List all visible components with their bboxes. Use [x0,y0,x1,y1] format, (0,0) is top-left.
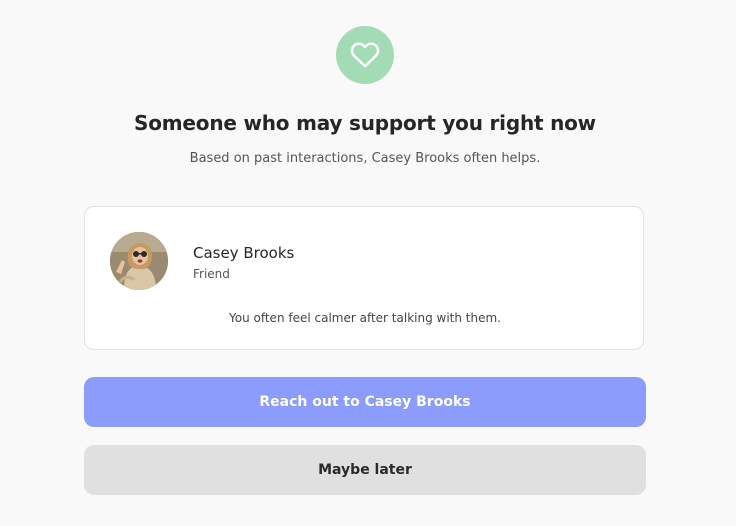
maybe-later-button[interactable]: Maybe later [84,445,646,495]
contact-relation: Friend [193,267,230,281]
contact-note: You often feel calmer after talking with… [229,311,501,325]
contact-name: Casey Brooks [193,244,295,262]
contact-card: Casey Brooks Friend You often feel calme… [84,206,644,350]
reach-out-button[interactable]: Reach out to Casey Brooks [84,377,646,427]
avatar [110,232,168,290]
page-subtitle: Based on past interactions, Casey Brooks… [189,151,541,166]
heart-icon-badge [336,26,394,84]
heart-icon [350,42,380,68]
page-title: Someone who may support you right now [134,111,596,135]
